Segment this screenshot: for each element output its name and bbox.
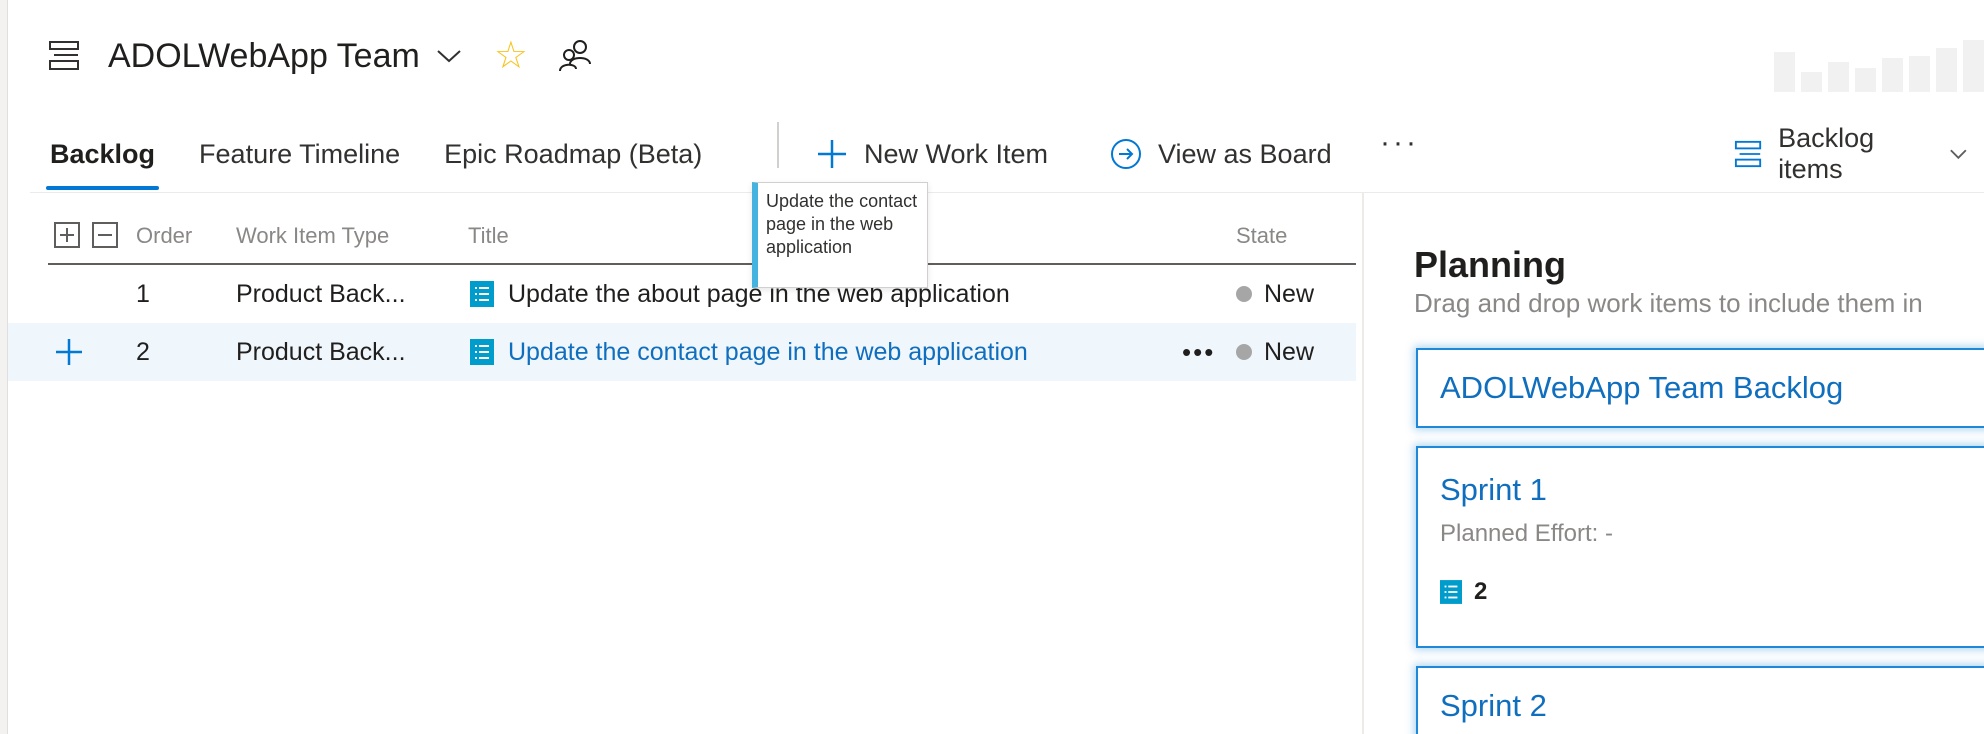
more-commands-button[interactable]: ··· <box>1380 126 1419 160</box>
planning-title: Planning <box>1414 244 1566 285</box>
state-dot <box>1236 344 1252 360</box>
new-work-item-label: New Work Item <box>864 138 1049 169</box>
row-title-link[interactable]: Update the contact page in the web appli… <box>508 338 1028 367</box>
state-dot <box>1236 286 1252 302</box>
row-type: Product Back... <box>236 337 406 366</box>
card-title[interactable]: ADOLWebApp Team Backlog <box>1440 370 1843 406</box>
expand-all-icon[interactable] <box>54 222 80 248</box>
add-child-icon[interactable] <box>54 323 84 381</box>
row-state: New <box>1236 323 1314 381</box>
page-header: ADOLWebApp Team ☆ <box>46 30 592 82</box>
view-as-board-label: View as Board <box>1158 138 1332 169</box>
planning-card-sprint-1[interactable]: Sprint 1 Planned Effort: - 2 <box>1416 446 1984 648</box>
brand-decoration <box>1774 40 1984 92</box>
toolbar-divider <box>777 122 779 168</box>
row-type: Product Back... <box>236 279 406 308</box>
planning-card-sprint-2[interactable]: Sprint 2 <box>1416 666 1984 734</box>
product-backlog-item-icon <box>470 281 494 307</box>
planning-subtitle: Drag and drop work items to include them… <box>1414 288 1923 318</box>
row-state: New <box>1236 265 1314 323</box>
collapse-all-icon[interactable] <box>92 222 118 248</box>
row-state-text: New <box>1264 337 1315 366</box>
backlog-level-selector[interactable]: Backlog items <box>1734 118 1984 190</box>
table-row[interactable]: 1 Product Back... Update the about page … <box>8 265 1356 323</box>
row-title[interactable]: Update the contact page in the web appli… <box>470 323 1028 381</box>
column-header-order[interactable]: Order <box>136 223 192 249</box>
chevron-down-icon <box>1950 149 1967 160</box>
row-order: 2 <box>136 337 150 366</box>
product-backlog-item-icon <box>470 339 494 365</box>
card-title[interactable]: Sprint 2 <box>1440 688 1547 724</box>
star-icon[interactable]: ☆ <box>494 37 528 75</box>
work-item-count-value: 2 <box>1474 578 1488 605</box>
planning-panel-divider <box>1362 193 1364 734</box>
backlog-items-icon <box>1734 140 1762 168</box>
row-order: 1 <box>136 279 150 308</box>
arrow-circle-icon <box>1111 139 1141 169</box>
view-as-board-button[interactable]: View as Board <box>1110 118 1332 190</box>
column-header-title[interactable]: Title <box>468 223 509 249</box>
chevron-down-icon[interactable] <box>434 41 464 71</box>
planning-card-team-backlog[interactable]: ADOLWebApp Team Backlog <box>1416 348 1984 428</box>
backlog-icon <box>46 38 82 74</box>
title-tooltip: Update the contact page in the web appli… <box>752 182 928 288</box>
column-header-state[interactable]: State <box>1236 223 1287 249</box>
column-header-type[interactable]: Work Item Type <box>236 223 389 249</box>
backlog-grid: Order Work Item Type Title State 1 Produ… <box>0 193 1362 734</box>
new-work-item-button[interactable]: New Work Item <box>816 118 1048 190</box>
backlog-level-label: Backlog items <box>1778 123 1875 184</box>
team-name[interactable]: ADOLWebApp Team <box>108 37 420 76</box>
product-backlog-item-icon <box>1440 580 1462 604</box>
people-icon[interactable] <box>558 38 592 74</box>
tab-backlog[interactable]: Backlog <box>45 118 160 190</box>
row-more-actions-button[interactable]: ••• <box>1182 323 1215 381</box>
tab-epic-roadmap[interactable]: Epic Roadmap (Beta) <box>442 118 704 190</box>
row-title[interactable]: Update the about page in the web applica… <box>470 265 1010 323</box>
backlog-tabs: Backlog Feature Timeline Epic Roadmap (B… <box>45 118 744 190</box>
card-title[interactable]: Sprint 1 <box>1440 472 1547 508</box>
tab-feature-timeline[interactable]: Feature Timeline <box>197 118 402 190</box>
row-state-text: New <box>1264 279 1315 308</box>
work-item-count: 2 <box>1440 578 1487 606</box>
plus-icon <box>818 140 846 168</box>
table-row-selected[interactable]: 2 Product Back... Update the contact pag… <box>8 323 1356 381</box>
planned-effort: Planned Effort: - <box>1440 520 1613 547</box>
